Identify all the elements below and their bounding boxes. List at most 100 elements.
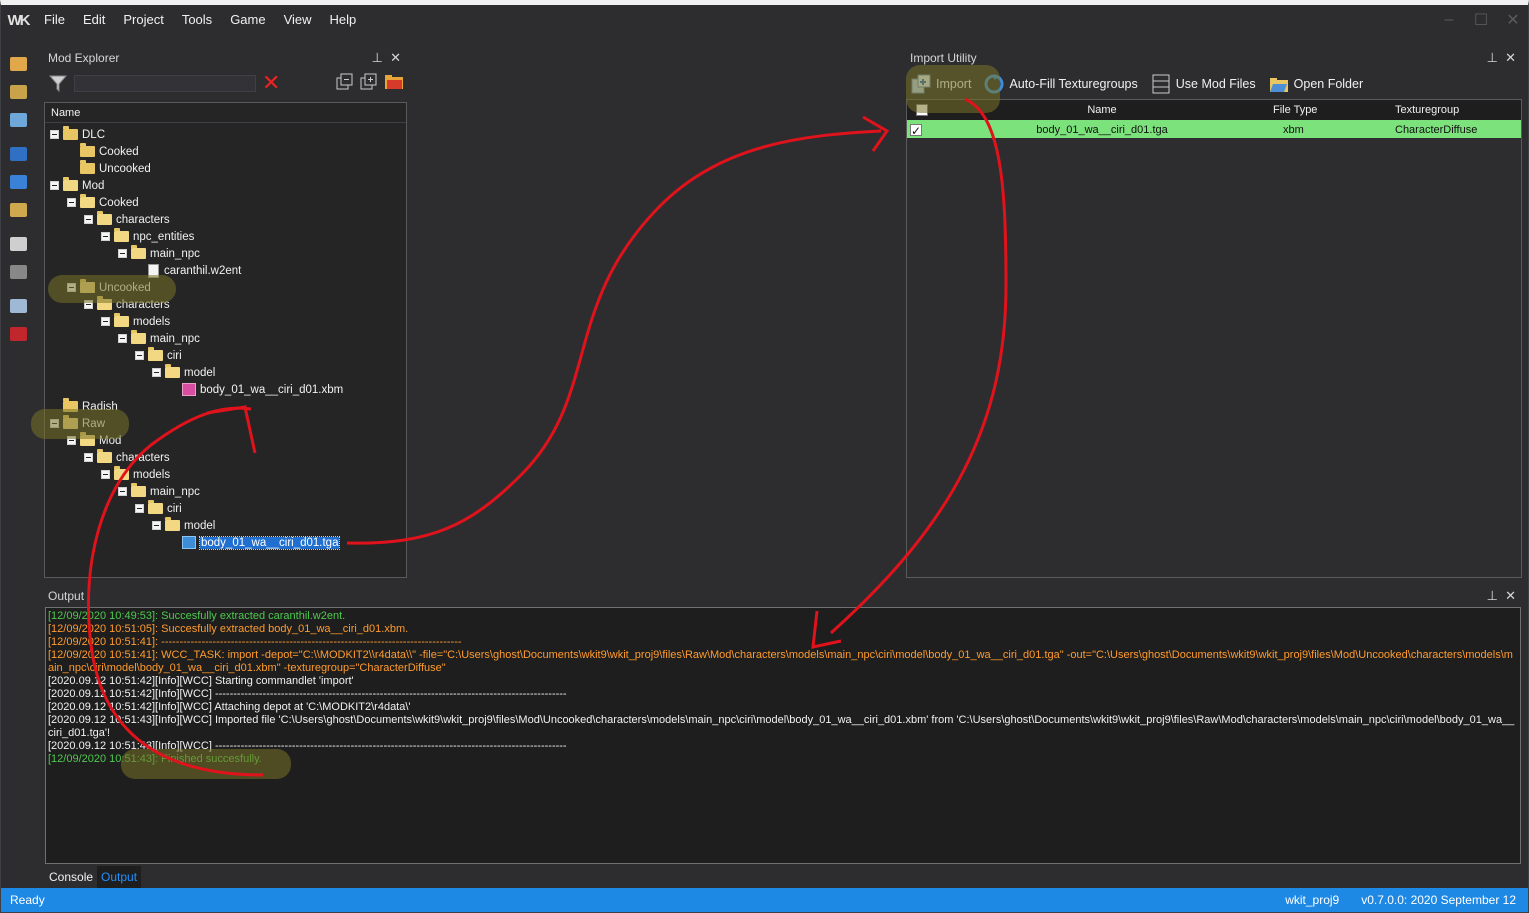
tree-item[interactable]: main_npc [118, 245, 200, 262]
collapse-toggle-icon[interactable] [84, 300, 93, 309]
collapse-toggle-icon[interactable] [118, 249, 127, 258]
collapse-toggle-icon[interactable] [84, 215, 93, 224]
pin-icon[interactable]: ⊥ [1487, 47, 1498, 69]
expand-all-icon[interactable] [360, 73, 378, 91]
add-file-button[interactable] [1, 106, 35, 134]
open-project-button[interactable] [1, 78, 35, 106]
folder-open-icon [63, 177, 78, 191]
collapse-toggle-icon[interactable] [50, 181, 59, 190]
tree-item[interactable]: characters [84, 296, 170, 313]
settings-button[interactable] [1, 230, 35, 258]
tree-item[interactable]: main_npc [118, 483, 200, 500]
collapse-toggle-icon[interactable] [50, 130, 59, 139]
tree-item-label: body_01_wa__ciri_d01.xbm [200, 383, 344, 396]
import-tool-button[interactable] [1, 292, 35, 320]
save-all-button[interactable] [1, 168, 35, 196]
tree-item[interactable]: npc_entities [101, 228, 194, 245]
tab-output[interactable]: Output [97, 866, 142, 888]
collapse-toggle-icon[interactable] [118, 487, 127, 496]
output-title: Output ⊥ ✕ [44, 585, 1522, 607]
collapse-toggle-icon[interactable] [101, 470, 110, 479]
clear-filter-icon[interactable]: ✕ [262, 72, 280, 94]
collapse-toggle-icon[interactable] [135, 504, 144, 513]
tree-item[interactable]: body_01_wa__ciri_d01.tga [169, 534, 341, 551]
tree-item[interactable]: caranthil.w2ent [135, 262, 241, 279]
close-icon[interactable]: ✕ [1505, 47, 1516, 69]
filter-icon[interactable] [48, 73, 68, 93]
tree-item[interactable]: DLC [50, 126, 105, 143]
collapse-all-icon[interactable] [336, 73, 354, 91]
filter-input[interactable] [74, 74, 256, 92]
autofill-texturegroups-button[interactable]: Auto-Fill Texturegroups [981, 73, 1139, 95]
collapse-toggle-icon[interactable] [67, 198, 76, 207]
row-checkbox[interactable] [910, 121, 922, 141]
menu-edit[interactable]: Edit [74, 5, 114, 35]
collapse-toggle-icon[interactable] [101, 232, 110, 241]
tree-item[interactable]: characters [84, 449, 170, 466]
tree-item[interactable]: models [101, 466, 170, 483]
launch-button[interactable] [1, 320, 35, 348]
collapse-toggle-icon[interactable] [50, 419, 59, 428]
use-mod-files-button[interactable]: Use Mod Files [1148, 73, 1258, 95]
tree-item[interactable]: Cooked [67, 194, 139, 211]
menu-file[interactable]: File [35, 5, 74, 35]
save-button[interactable] [1, 140, 35, 168]
select-all-checkbox[interactable] [916, 104, 928, 116]
menu-view[interactable]: View [275, 5, 321, 35]
minimize-icon[interactable]: – [1440, 11, 1458, 29]
import-button[interactable]: Import [908, 73, 973, 95]
tree-item[interactable]: ciri [135, 347, 182, 364]
tree-item[interactable]: Raw [50, 415, 105, 432]
tree-column-name[interactable]: Name [45, 103, 406, 123]
close-window-icon[interactable]: ✕ [1504, 10, 1522, 30]
tree-item[interactable]: Radish [50, 398, 118, 415]
import-icon [9, 299, 27, 313]
log-line: [2020.09.12 10:51:42][Info][WCC] Attachi… [48, 701, 411, 713]
tree-item[interactable]: Mod [50, 177, 104, 194]
output-log[interactable]: [12/09/2020 10:49:53]: Succesfully extra… [45, 607, 1521, 864]
collapse-toggle-icon[interactable] [118, 334, 127, 343]
menu-help[interactable]: Help [321, 5, 366, 35]
pack-button[interactable] [1, 258, 35, 286]
collapse-toggle-icon[interactable] [84, 453, 93, 462]
tree-item[interactable]: body_01_wa__ciri_d01.xbm [169, 381, 343, 398]
tree-item[interactable]: Uncooked [67, 279, 151, 296]
menu-tools[interactable]: Tools [173, 5, 221, 35]
column-file-type[interactable]: File Type [1267, 100, 1375, 120]
pin-icon[interactable]: ⊥ [372, 47, 383, 69]
tree-item-label: Raw [82, 417, 106, 430]
tree-item[interactable]: ciri [135, 500, 182, 517]
collapse-toggle-icon[interactable] [152, 368, 161, 377]
tree-item[interactable]: model [152, 364, 215, 381]
table-row[interactable]: body_01_wa__ciri_d01.tga xbm CharacterDi… [907, 120, 1521, 141]
open-folder-button[interactable]: Open Folder [1266, 73, 1365, 95]
row-texturegroup[interactable]: CharacterDiffuse [1375, 120, 1515, 138]
new-project-button[interactable] [1, 50, 35, 78]
collapse-toggle-icon[interactable] [135, 351, 144, 360]
close-icon[interactable]: ✕ [390, 47, 401, 69]
tree-item[interactable]: models [101, 313, 170, 330]
explorer-button[interactable] [1, 196, 35, 224]
close-icon[interactable]: ✕ [1505, 585, 1516, 607]
collapse-toggle-icon[interactable] [67, 436, 76, 445]
tab-console[interactable]: Console [45, 866, 97, 888]
tree-item[interactable]: Mod [67, 432, 121, 449]
tree-item[interactable]: main_npc [118, 330, 200, 347]
tree-item[interactable]: Uncooked [67, 160, 151, 177]
menu-game[interactable]: Game [221, 5, 274, 35]
menu-project[interactable]: Project [114, 5, 172, 35]
collapse-toggle-icon[interactable] [101, 317, 110, 326]
folder-icon [80, 160, 95, 174]
tree-item[interactable]: Cooked [67, 143, 139, 160]
column-texturegroup[interactable]: Texturegroup [1375, 100, 1515, 120]
tree-item[interactable]: model [152, 517, 215, 534]
explorer-icon [9, 203, 27, 217]
tree-item[interactable]: characters [84, 211, 170, 228]
window-controls: – ☐ ✕ [1440, 5, 1522, 35]
collapse-toggle-icon[interactable] [152, 521, 161, 530]
column-name[interactable]: Name [937, 100, 1267, 120]
maximize-icon[interactable]: ☐ [1472, 10, 1490, 30]
collapse-toggle-icon[interactable] [67, 283, 76, 292]
pin-icon[interactable]: ⊥ [1487, 585, 1498, 607]
open-folder-icon[interactable] [384, 73, 404, 91]
